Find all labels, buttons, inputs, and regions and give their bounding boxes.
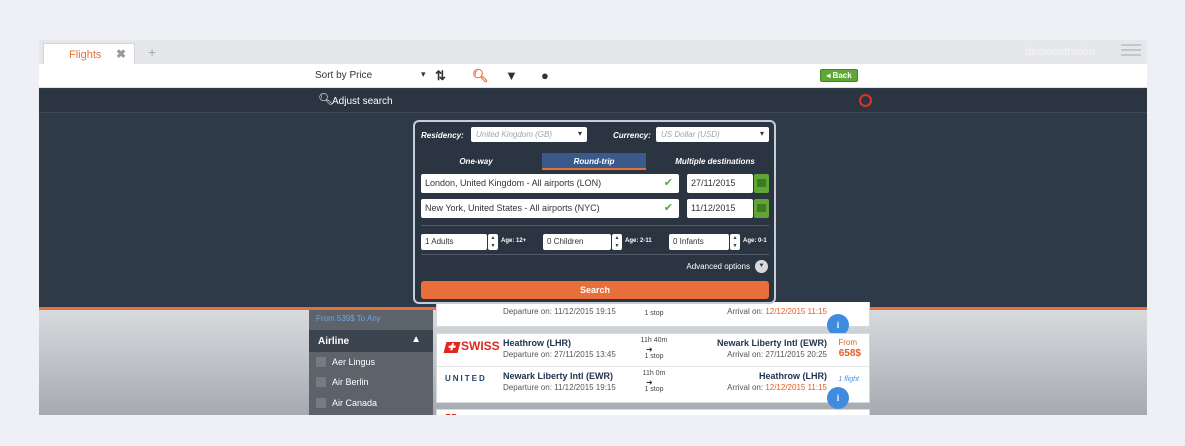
destination-airport: Newark Liberty Intl (EWR) — [716, 338, 827, 348]
residency-label: Residency: — [421, 131, 464, 140]
children-stepper[interactable]: 0 Children — [543, 234, 611, 250]
swiss-logo: ✚ — [443, 411, 457, 415]
origin-airport: Newark Liberty Intl (EWR) — [503, 371, 614, 381]
divider — [421, 225, 769, 226]
stops-count: 1 stop — [644, 353, 664, 360]
filter-airline-label: Aer Lingus — [332, 357, 376, 367]
chevron-down-icon: ▾ — [759, 129, 764, 138]
children-age-label: Age: 2-11 — [625, 238, 652, 244]
flight-duration: 11h 0m — [642, 370, 666, 377]
tab-multiple-destinations[interactable]: Multiple destinations — [659, 153, 771, 170]
close-adjust-icon[interactable] — [859, 94, 872, 107]
return-date-field[interactable]: 11/12/2015 — [687, 199, 753, 218]
app-window: Flights ✖ + demonstration Sort by Price … — [39, 40, 1147, 415]
adults-spin-icon[interactable]: ▲ ▼ — [488, 234, 498, 250]
chevron-down-icon[interactable]: ▼ — [755, 260, 768, 273]
residency-select[interactable]: United Kingdom (GB) ▾ — [471, 127, 587, 142]
adults-age-label: Age: 12+ — [501, 238, 527, 244]
infants-spin-icon[interactable]: ▲ ▼ — [730, 234, 740, 250]
check-icon: ✔ — [663, 202, 673, 214]
depart-date-field[interactable]: 27/11/2015 — [687, 174, 753, 193]
checkbox[interactable] — [316, 398, 326, 408]
sort-order-icon[interactable]: ⇅ — [435, 68, 446, 84]
tab-bar: Flights ✖ + demonstration — [39, 40, 1147, 66]
inbound-flight-row: UNITED Newark Liberty Intl (EWR) Departu… — [437, 366, 869, 396]
user-name[interactable]: demonstration — [1025, 46, 1095, 58]
search-icon[interactable]: 🔍︎ — [472, 68, 489, 84]
price: 658$ — [838, 348, 861, 359]
sort-caret-icon[interactable]: ▾ — [421, 69, 426, 80]
currency-label: Currency: — [613, 131, 651, 140]
collapse-icon[interactable]: ▲ — [411, 334, 421, 345]
result-card[interactable]: ✚ — [436, 409, 870, 415]
children-spin-icon[interactable]: ▲ ▼ — [612, 234, 622, 250]
outbound-flight-row: ✚ SWISS Heathrow (LHR) Departure on: 27/1… — [437, 334, 869, 364]
filter-icon[interactable]: ▼ — [505, 68, 518, 83]
infants-stepper[interactable]: 0 Infants — [669, 234, 729, 250]
origin-airport: Heathrow (LHR) — [503, 338, 571, 348]
stops-count: 1 stop — [644, 310, 664, 317]
sort-select[interactable]: Sort by Price — [315, 70, 372, 81]
info-button[interactable]: i — [827, 387, 849, 409]
back-button[interactable]: ◂ Back — [820, 69, 858, 82]
tab-one-way[interactable]: One-way — [421, 153, 531, 170]
destination-field[interactable]: New York, United States - All airports (… — [421, 199, 679, 218]
airline-filter-label: Airline — [318, 336, 350, 347]
filter-airline-label: Air Berlin — [332, 377, 369, 387]
chevron-down-icon: ▾ — [577, 129, 582, 138]
filter-sidebar: From 539$ To Any Airline ▲ Aer Lingus Ai… — [309, 310, 433, 415]
airline-filter-header[interactable]: Airline ▲ — [309, 330, 433, 352]
check-icon: ✔ — [663, 177, 673, 189]
search-icon: 🔍︎ — [318, 92, 334, 106]
search-button[interactable]: Search — [421, 281, 769, 299]
filter-airline-item[interactable]: Aer Lingus — [309, 352, 433, 372]
stops-count: 1 stop — [644, 386, 664, 393]
divider — [421, 254, 769, 255]
calendar-icon[interactable] — [754, 199, 769, 218]
arrival-time: Arrival on: 27/11/2015 20:25 — [727, 350, 827, 359]
flights-count-link[interactable]: 1 flight — [838, 376, 859, 383]
close-icon[interactable]: ✖ — [116, 47, 126, 61]
departure-time: Departure on: 27/11/2015 13:45 — [503, 350, 616, 359]
tab-flights[interactable]: Flights ✖ — [43, 43, 139, 66]
swiss-logo: ✚ SWISS — [443, 339, 500, 353]
arrival-time: Arrival on: 12/12/2015 11:15 — [727, 307, 827, 316]
arrival-time: Arrival on: 12/12/2015 11:15 — [727, 383, 827, 392]
price-from-label: From — [838, 338, 857, 347]
origin-field[interactable]: London, United Kingdom - All airports (L… — [421, 174, 679, 193]
filter-airline-item[interactable]: Air Canada — [309, 393, 433, 413]
checkbox[interactable] — [316, 377, 326, 387]
filter-airline-item[interactable]: Air Berlin — [309, 372, 433, 392]
adjust-search-label[interactable]: Adjust search — [332, 96, 393, 107]
calendar-icon[interactable] — [754, 174, 769, 193]
flight-duration: 11h 40m — [640, 337, 668, 344]
destination-airport: Heathrow (LHR) — [759, 371, 827, 381]
departure-time: Departure on: 11/12/2015 19:15 — [503, 307, 616, 316]
check-icon[interactable]: ● — [541, 68, 549, 83]
advanced-options-label[interactable]: Advanced options — [686, 262, 750, 271]
united-logo: UNITED — [445, 374, 487, 383]
price-range-hint[interactable]: From 539$ To Any — [316, 314, 381, 323]
tab-flights-label: Flights — [69, 49, 102, 61]
filter-airline-label: Air Canada — [332, 398, 378, 408]
result-card[interactable]: ✚ SWISS Heathrow (LHR) Departure on: 27/1… — [436, 333, 870, 409]
search-modal: Residency: United Kingdom (GB) ▾ Currency… — [413, 120, 776, 304]
checkbox[interactable] — [316, 357, 326, 367]
add-tab-icon[interactable]: + — [148, 44, 156, 60]
menu-icon[interactable] — [1121, 44, 1141, 58]
departure-time: Departure on: 11/12/2015 19:15 — [503, 383, 616, 392]
toolbar: Sort by Price ▾ ⇅ 🔍︎ ▼ ● ◂ Back — [39, 64, 1147, 88]
adjust-search-bar: 🔍︎ Adjust search — [39, 89, 1147, 113]
result-card[interactable]: Departure on: 11/12/2015 19:15 1 stop Ar… — [436, 302, 870, 336]
infants-age-label: Age: 0-1 — [743, 238, 767, 244]
adults-stepper[interactable]: 1 Adults — [421, 234, 487, 250]
currency-select[interactable]: US Dollar (USD) ▾ — [656, 127, 769, 142]
tab-round-trip[interactable]: Round-trip — [542, 153, 646, 170]
